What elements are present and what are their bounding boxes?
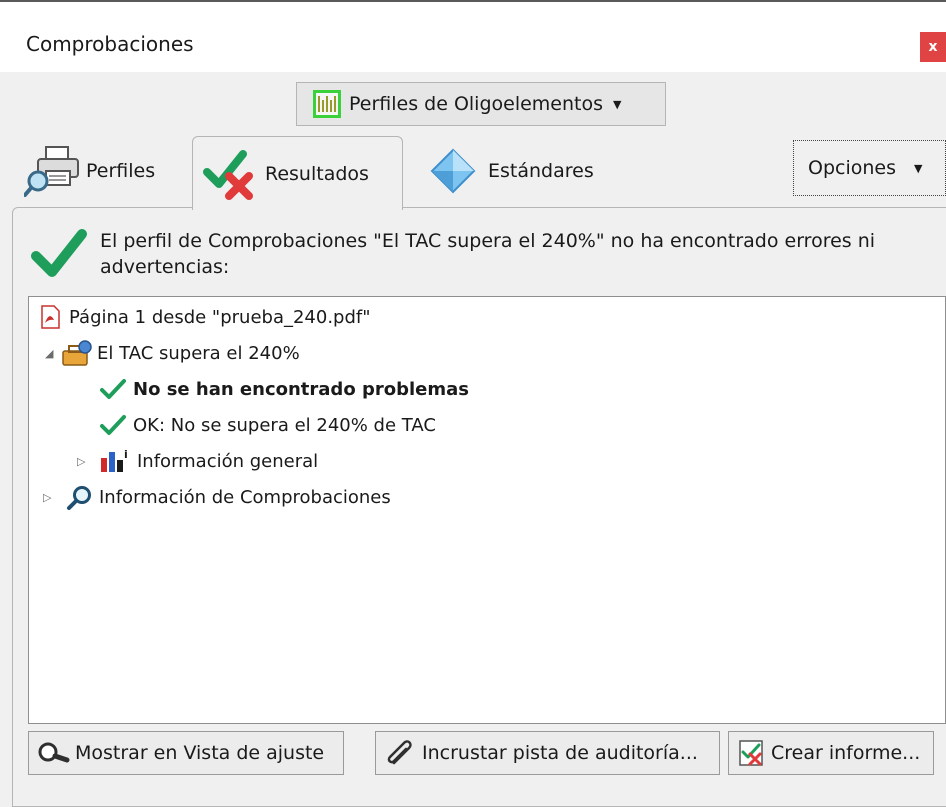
options-button[interactable]: Opciones ▼ [793, 140, 946, 196]
tab-perfiles[interactable]: Perfiles [24, 134, 155, 208]
check-icon [31, 229, 87, 277]
report-icon [739, 740, 763, 766]
tab-resultados[interactable]: Resultados [192, 136, 403, 210]
check-icon [100, 379, 126, 399]
title-bar: Comprobaciones x [0, 2, 946, 72]
pdf-file-icon [41, 305, 60, 329]
svg-text:i: i [124, 448, 128, 461]
bar-chart-icon [313, 90, 341, 118]
create-report-button[interactable]: Crear informe... [728, 731, 934, 775]
tree-item-file-label: Página 1 desde "prueba_240.pdf" [69, 306, 371, 328]
results-tree[interactable]: Página 1 desde "prueba_240.pdf" ◢ El TAC… [28, 296, 946, 724]
check-icon [100, 415, 126, 435]
tree-item-no-problems[interactable]: No se han encontrado problemas [99, 375, 469, 403]
embed-audit-trail-label: Incrustar pista de auditoría... [422, 742, 698, 764]
expanded-arrow-icon: ◢ [45, 346, 54, 360]
show-in-fixup-view-button[interactable]: Mostrar en Vista de ajuste [28, 731, 344, 775]
tree-item-file[interactable]: Página 1 desde "prueba_240.pdf" [37, 303, 371, 331]
tree-item-ok-label: OK: No se supera el 240% de TAC [133, 414, 436, 436]
tree-item-checks-info-label: Información de Comprobaciones [99, 486, 391, 508]
tree-item-profile-label: El TAC supera el 240% [97, 342, 300, 364]
diamond-icon [430, 148, 476, 194]
tab-estandares-label: Estándares [488, 160, 594, 182]
close-button[interactable]: x [920, 32, 946, 62]
toolbox-icon [62, 340, 92, 366]
profile-dropdown-label: Perfiles de Oligoelementos [349, 93, 604, 115]
tree-item-ok[interactable]: OK: No se supera el 240% de TAC [99, 411, 436, 439]
tab-estandares[interactable]: Estándares [428, 134, 594, 208]
tree-item-no-problems-label: No se han encontrado problemas [133, 378, 469, 400]
tree-item-profile[interactable]: ◢ El TAC supera el 240% [45, 339, 300, 367]
chevron-down-icon: ▼ [613, 97, 622, 111]
summary-text: El perfil de Comprobaciones "El TAC supe… [100, 230, 876, 278]
magnifier-icon [67, 486, 91, 510]
create-report-label: Crear informe... [771, 742, 921, 764]
window-title: Comprobaciones [26, 32, 194, 56]
chevron-down-icon: ▼ [914, 161, 923, 175]
paperclip-icon [387, 740, 412, 765]
embed-audit-trail-button[interactable]: Incrustar pista de auditoría... [375, 731, 720, 775]
tree-item-general-info[interactable]: ▷ i Información general [77, 447, 318, 475]
info-bars-icon: i [101, 448, 128, 472]
printer-magnifier-icon [24, 146, 79, 197]
options-button-label: Opciones [808, 157, 896, 179]
tab-resultados-label: Resultados [265, 162, 369, 185]
check-cross-icon [203, 149, 253, 200]
show-in-fixup-view-label: Mostrar en Vista de ajuste [75, 742, 325, 764]
profile-dropdown[interactable]: Perfiles de Oligoelementos ▼ [296, 82, 666, 126]
tree-item-general-info-label: Información general [137, 450, 319, 472]
tab-perfiles-label: Perfiles [86, 160, 156, 182]
collapsed-arrow-icon: ▷ [77, 454, 86, 468]
magnifier-icon [38, 742, 70, 763]
collapsed-arrow-icon: ▷ [43, 490, 52, 504]
tree-item-checks-info[interactable]: ▷ Información de Comprobaciones [43, 483, 391, 511]
